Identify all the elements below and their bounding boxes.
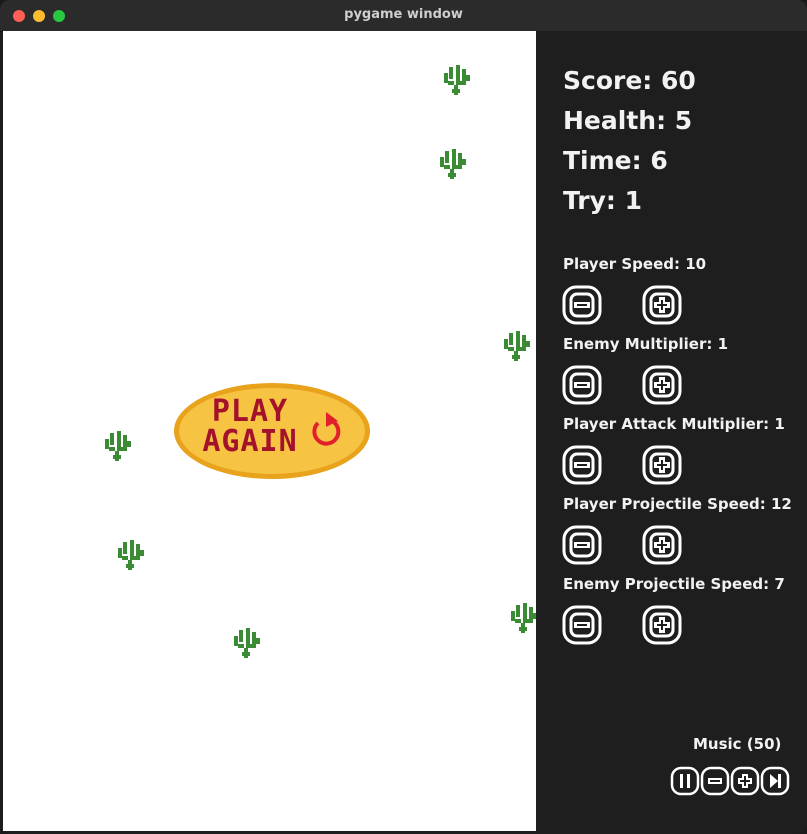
game-window: pygame window PLAY AGAIN Score: 60 Healt… xyxy=(0,0,807,834)
plus-icon xyxy=(642,525,682,565)
plus-icon xyxy=(730,766,760,796)
music-volume-up-button[interactable] xyxy=(730,766,760,796)
player-projectile-speed-label: Player Projectile Speed: 12 xyxy=(563,495,792,513)
music-volume-down-button[interactable] xyxy=(700,766,730,796)
music-pause-button[interactable] xyxy=(670,766,700,796)
player-speed-label: Player Speed: 10 xyxy=(563,255,707,273)
window-title: pygame window xyxy=(344,7,463,22)
play-again-label: PLAY AGAIN xyxy=(190,397,310,457)
player-speed-decrease-button[interactable] xyxy=(562,285,602,325)
pause-icon xyxy=(670,766,700,796)
plus-icon xyxy=(642,365,682,405)
grass-tuft-icon xyxy=(506,601,540,635)
player-projectile-speed-decrease-button[interactable] xyxy=(562,525,602,565)
grass-tuft-icon xyxy=(229,626,263,660)
health-display: Health: 5 xyxy=(563,106,693,135)
minus-icon xyxy=(562,285,602,325)
player-attack-multiplier-decrease-button[interactable] xyxy=(562,445,602,485)
grass-tuft-icon xyxy=(113,538,147,572)
play-again-button[interactable]: PLAY AGAIN xyxy=(170,379,374,483)
player-speed-increase-button[interactable] xyxy=(642,285,682,325)
player-attack-multiplier-label: Player Attack Multiplier: 1 xyxy=(563,415,785,433)
play-again-line-2: AGAIN xyxy=(202,424,298,459)
plus-icon xyxy=(642,605,682,645)
minus-icon xyxy=(562,525,602,565)
enemy-projectile-speed-label: Enemy Projectile Speed: 7 xyxy=(563,575,785,593)
minus-icon xyxy=(562,365,602,405)
side-panel: Score: 60 Health: 5 Time: 6 Try: 1 Playe… xyxy=(536,31,807,834)
player-attack-multiplier-increase-button[interactable] xyxy=(642,445,682,485)
enemy-projectile-speed-decrease-button[interactable] xyxy=(562,605,602,645)
grass-tuft-icon xyxy=(100,429,134,463)
title-bar: pygame window xyxy=(0,0,807,32)
score-display: Score: 60 xyxy=(563,66,696,95)
enemy-multiplier-decrease-button[interactable] xyxy=(562,365,602,405)
minus-icon xyxy=(562,605,602,645)
grass-tuft-icon xyxy=(435,147,469,181)
play-again-line-1: PLAY xyxy=(211,394,289,429)
enemy-multiplier-label: Enemy Multiplier: 1 xyxy=(563,335,729,353)
try-display: Try: 1 xyxy=(563,186,643,215)
minus-icon xyxy=(562,445,602,485)
restart-icon xyxy=(308,409,344,449)
minus-icon xyxy=(700,766,730,796)
grass-tuft-icon xyxy=(439,63,473,97)
skip-next-icon xyxy=(760,766,790,796)
grass-tuft-icon xyxy=(499,329,533,363)
plus-icon xyxy=(642,445,682,485)
enemy-projectile-speed-increase-button[interactable] xyxy=(642,605,682,645)
music-label: Music (50) xyxy=(693,735,782,753)
player-projectile-speed-increase-button[interactable] xyxy=(642,525,682,565)
music-next-track-button[interactable] xyxy=(760,766,790,796)
time-display: Time: 6 xyxy=(563,146,668,175)
plus-icon xyxy=(642,285,682,325)
play-field[interactable]: PLAY AGAIN xyxy=(3,31,537,831)
enemy-multiplier-increase-button[interactable] xyxy=(642,365,682,405)
